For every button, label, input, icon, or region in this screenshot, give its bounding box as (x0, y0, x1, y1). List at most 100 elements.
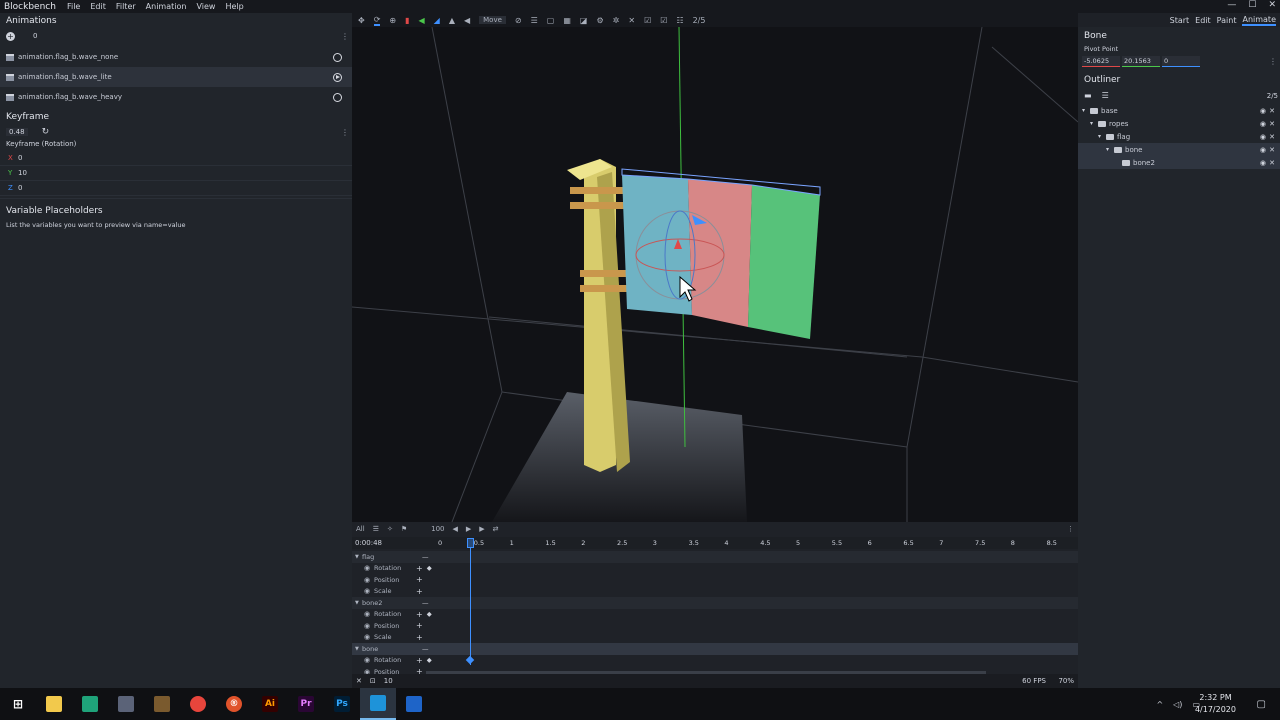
animations-menu-icon[interactable]: ⋮ (341, 32, 349, 41)
mode-paint[interactable]: Paint (1217, 16, 1237, 25)
axis-z-icon[interactable]: ◢ (434, 16, 440, 25)
snap-value[interactable]: 10 (384, 677, 393, 685)
outliner-item-bone2[interactable]: bone2 ◉ ✕ (1078, 156, 1280, 169)
add-keyframe-icon[interactable]: + (416, 656, 423, 665)
timeline-channel-row[interactable]: ◉ Position + (352, 620, 1078, 632)
taskbar-explorer[interactable] (36, 688, 72, 720)
snap-icon[interactable]: ⊡ (370, 677, 376, 685)
eye-icon[interactable]: ◉ (364, 610, 374, 618)
play-toggle-icon[interactable] (333, 92, 342, 102)
maximize-icon[interactable]: ☐ (1248, 0, 1256, 10)
keyframe-y-row[interactable]: Y 10 (0, 166, 352, 181)
timeline-group-flag[interactable]: ▼ flag — (352, 551, 1078, 563)
keyframe-diamond-icon[interactable]: ◆ (427, 610, 432, 618)
grid-icon[interactable]: ▦ (563, 16, 571, 25)
keyframe-z-row[interactable]: Z 0 (0, 181, 352, 196)
gear-icon[interactable]: ⚙ (596, 16, 603, 25)
axis-y-icon[interactable]: ◀ (419, 16, 425, 25)
next-keyframe-icon[interactable]: ▶ (466, 525, 471, 533)
notification-icon[interactable]: ▢ (1257, 699, 1266, 710)
scene-canvas[interactable] (352, 27, 1078, 522)
lock-icon[interactable]: ✕ (1269, 146, 1275, 154)
timeline-channel-row[interactable]: ◉ Scale + (352, 632, 1078, 644)
mirror-icon[interactable]: ▲ (449, 16, 455, 25)
chevron-down-icon[interactable]: ▼ (352, 554, 362, 560)
move-mode-select[interactable]: Move (479, 16, 506, 24)
eye-icon[interactable]: ◉ (364, 656, 374, 664)
keyframe-diamond-icon[interactable]: ◆ (427, 564, 432, 572)
add-animation-icon[interactable]: + (6, 31, 15, 41)
timeline-channel-row[interactable]: ◉ Scale + (352, 586, 1078, 598)
pivot-x-input[interactable]: -5.0625 (1082, 55, 1120, 67)
cross-icon[interactable]: ✕ (628, 16, 635, 25)
taskbar-premiere[interactable]: Pr (288, 688, 324, 720)
mode-start[interactable]: Start (1170, 16, 1190, 25)
eye-icon[interactable]: ◉ (1260, 159, 1266, 167)
add-keyframe-icon[interactable]: + (416, 621, 423, 630)
taskbar-app-6[interactable]: ® (216, 688, 252, 720)
box-icon[interactable]: ▢ (547, 16, 555, 25)
animation-item[interactable]: animation.flag_b.wave_none (0, 47, 352, 67)
menu-edit[interactable]: Edit (85, 2, 111, 11)
close-icon[interactable]: ✕ (1268, 0, 1276, 10)
animation-item-selected[interactable]: animation.flag_b.wave_lite (0, 67, 352, 87)
chevron-down-icon[interactable]: ▾ (1106, 146, 1114, 153)
speaker-icon[interactable]: ◁) (1173, 700, 1182, 709)
outliner-item-base[interactable]: ▾ base ◉ ✕ (1078, 104, 1280, 117)
add-keyframe-icon[interactable]: + (416, 587, 423, 596)
timeline-group-bone[interactable]: ▼ bone — (352, 643, 1078, 655)
timeline-channel-row[interactable]: ◉ Rotation + ◆ (352, 609, 1078, 621)
keyframe-x-row[interactable]: X 0 (0, 151, 352, 166)
lock-icon[interactable]: ✕ (1269, 120, 1275, 128)
playhead-handle[interactable] (467, 538, 474, 548)
eye-icon[interactable]: ◉ (364, 633, 374, 641)
taskbar-app-3[interactable] (108, 688, 144, 720)
eye-icon[interactable]: ◉ (364, 622, 374, 630)
mode-animate[interactable]: Animate (1242, 15, 1276, 26)
chevron-up-icon[interactable]: ^ (1156, 700, 1163, 709)
pivot-y-input[interactable]: 20.1563 (1122, 55, 1160, 67)
menu-filter[interactable]: Filter (111, 2, 141, 11)
taskbar-app-2[interactable] (72, 688, 108, 720)
collapse-icon[interactable]: — (422, 599, 429, 607)
timeline-channel-row[interactable]: ◉ Rotation + ◆ (352, 655, 1078, 667)
close-icon[interactable]: ✕ (356, 677, 362, 685)
clock[interactable]: 2:32 PM 4/17/2020 (1195, 692, 1236, 716)
animation-item[interactable]: animation.flag_b.wave_heavy (0, 87, 352, 107)
3d-viewport[interactable] (352, 27, 1078, 522)
chevron-down-icon[interactable]: ▾ (1098, 133, 1106, 140)
pivot-tool-icon[interactable]: ⊕ (389, 16, 396, 25)
add-keyframe-icon[interactable]: + (416, 564, 423, 573)
magic-wand-icon[interactable]: ✧ (387, 525, 393, 533)
taskbar-illustrator[interactable]: Ai (252, 688, 288, 720)
eye-icon[interactable]: ◉ (364, 576, 374, 584)
timeline-scrollbar[interactable] (426, 671, 986, 674)
timeline-filter-select[interactable]: All (356, 525, 365, 533)
lock-icon[interactable]: ✕ (1269, 133, 1275, 141)
eye-icon[interactable]: ◉ (1260, 146, 1266, 154)
variables-hint[interactable]: List the variables you want to preview v… (0, 219, 352, 231)
add-keyframe-icon[interactable]: + (416, 610, 423, 619)
play-icon[interactable]: ▶ (479, 525, 484, 533)
menu-animation[interactable]: Animation (141, 2, 192, 11)
keyframe-z-value[interactable]: 0 (18, 184, 22, 192)
keyframe-y-value[interactable]: 10 (18, 169, 27, 177)
lock-icon[interactable]: ✕ (1269, 159, 1275, 167)
taskbar-photoshop[interactable]: Ps (324, 688, 360, 720)
taskbar-minecraft[interactable] (144, 688, 180, 720)
collapse-icon[interactable]: — (422, 553, 429, 561)
menu-view[interactable]: View (191, 2, 220, 11)
eye-icon[interactable]: ◉ (1260, 133, 1266, 141)
checkbox-icon[interactable]: ☑ (660, 16, 667, 25)
chevron-down-icon[interactable]: ▼ (352, 600, 362, 606)
settings-icon[interactable]: ✲ (613, 16, 620, 25)
play-toggle-icon[interactable] (333, 72, 342, 82)
chevron-down-icon[interactable]: ▾ (1082, 107, 1090, 114)
outliner-item-flag[interactable]: ▾ flag ◉ ✕ (1078, 130, 1280, 143)
paint-bucket-icon[interactable]: ◪ (580, 16, 588, 25)
align-icon[interactable]: ☰ (531, 16, 538, 25)
outliner-item-ropes[interactable]: ▾ ropes ◉ ✕ (1078, 117, 1280, 130)
timeline-zoom-input[interactable]: 100 (431, 525, 444, 533)
rotate-tool-icon[interactable]: ⟳ (373, 15, 381, 26)
timeline-ruler[interactable]: 0:00:48 0 0.5 1 1.5 2 2.5 3 3.5 4 4.5 5 5.5 6 6.5 7 7.5… (352, 537, 1078, 549)
